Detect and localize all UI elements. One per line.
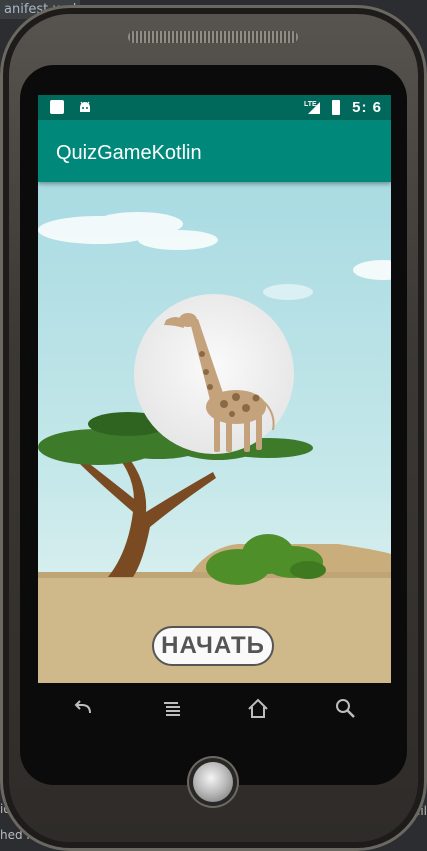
app-bar: QuizGameKotlin xyxy=(38,120,391,182)
back-icon[interactable] xyxy=(70,695,98,723)
hardware-home-button[interactable] xyxy=(193,762,233,802)
battery-icon xyxy=(332,100,340,115)
android-icon xyxy=(80,101,90,112)
search-icon[interactable] xyxy=(332,695,360,723)
phone-screen: LTE 5: 6 QuizGameKotlin НАЧАТЬ xyxy=(38,95,391,683)
signal-icon xyxy=(308,102,320,114)
phone-speaker xyxy=(128,31,298,43)
android-nav-bar xyxy=(38,683,391,735)
status-time: 5: 6 xyxy=(352,99,382,116)
start-button[interactable]: НАЧАТЬ xyxy=(152,626,274,666)
app-title: QuizGameKotlin xyxy=(56,142,202,164)
status-bar: LTE 5: 6 xyxy=(38,95,391,120)
sd-card-icon xyxy=(50,100,64,114)
home-icon[interactable] xyxy=(244,695,272,723)
recent-apps-icon[interactable] xyxy=(158,695,186,723)
quiz-start-screen: НАЧАТЬ xyxy=(38,182,391,683)
savanna-background xyxy=(38,182,391,683)
